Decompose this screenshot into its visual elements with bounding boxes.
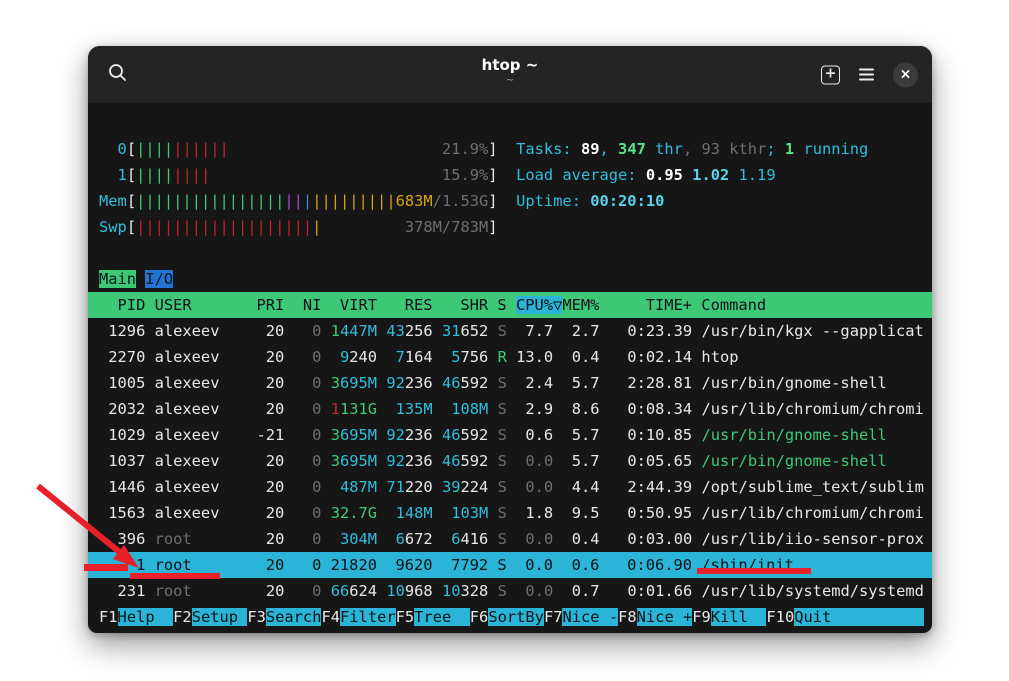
fkey-tree-key: F5 (396, 608, 415, 626)
fkey-quit-button[interactable]: Quit (794, 608, 924, 626)
process-row[interactable]: 396 root 20 0 304M 6672 6416 S 0.0 0.4 0… (88, 526, 932, 552)
page: { "colors": { "page_bg": "#ffffff", "hea… (0, 0, 1009, 681)
hamburger-menu-icon[interactable] (857, 65, 876, 85)
tab-io[interactable]: I/O (145, 270, 173, 288)
fkey-search-key: F3 (247, 608, 266, 626)
fkey-nice-plus-key: F8 (618, 608, 637, 626)
process-row[interactable]: 1005 alexeev 20 0 3695M 92236 46592 S 2.… (88, 370, 932, 396)
fkey-nice-minus-button[interactable]: Nice - (562, 608, 618, 626)
swp-meter: Swp[|||||||||||||||||||| 378M/783M] (88, 214, 932, 240)
close-icon[interactable]: × (893, 62, 918, 87)
mem-label: Mem (99, 192, 127, 210)
fkey-filter-button[interactable]: Filter (340, 608, 396, 626)
fkey-sortby-button[interactable]: SortBy (488, 608, 544, 626)
fkey-search-button[interactable]: Search (266, 608, 322, 626)
cpu1-meter: 1[|||||||| 15.9%] Load average: 0.95 1.0… (88, 162, 932, 188)
fkey-setup-key: F2 (173, 608, 192, 626)
terminal: 0[|||||||||| 21.9%] Tasks: 89, 347 thr, … (88, 103, 932, 633)
fkey-nice-minus-key: F7 (544, 608, 563, 626)
process-row[interactable]: 1029 alexeev -21 0 3695M 92236 46592 S 0… (88, 422, 932, 448)
process-row[interactable]: 2032 alexeev 20 0 1131G 135M 108M S 2.9 … (88, 396, 932, 422)
fkey-kill-button[interactable]: Kill (711, 608, 767, 626)
fkey-quit-key: F10 (766, 608, 794, 626)
window-title: htop ~ (482, 55, 539, 75)
process-rows: 1296 alexeev 20 0 1447M 43256 31652 S 7.… (88, 318, 932, 604)
column-headers[interactable]: PID USER PRI NI VIRT RES SHR S (99, 296, 516, 314)
new-tab-icon[interactable]: + (821, 65, 840, 84)
column-headers[interactable]: MEM% TIME+ Command (562, 296, 923, 314)
process-row[interactable]: 231 root 20 0 66624 10968 10328 S 0.0 0.… (88, 578, 932, 604)
swp-label: Swp (99, 218, 127, 236)
search-button[interactable] (104, 62, 130, 88)
fkey-sortby-key: F6 (470, 608, 489, 626)
fkey-kill-key: F9 (692, 608, 711, 626)
window-title-box: htop ~ ~ (482, 55, 539, 87)
window-buttons: + × (821, 62, 918, 87)
process-row[interactable]: 1446 alexeev 20 0 487M 71220 39224 S 0.0… (88, 474, 932, 500)
table-header-row[interactable]: PID USER PRI NI VIRT RES SHR S CPU%▽MEM%… (88, 292, 932, 318)
headerbar: htop ~ ~ + × (88, 46, 932, 103)
fkey-filter-key: F4 (321, 608, 340, 626)
cpu1-label: 1 (118, 166, 127, 184)
window-subtitle: ~ (482, 75, 539, 87)
process-row[interactable]: 1296 alexeev 20 0 1447M 43256 31652 S 7.… (88, 318, 932, 344)
cpu0-label: 0 (118, 140, 127, 158)
fkey-help-button[interactable]: Help (118, 608, 174, 626)
sort-column-cpu[interactable]: CPU%▽ (516, 296, 562, 314)
cpu0-meter: 0[|||||||||| 21.9%] Tasks: 89, 347 thr, … (88, 136, 932, 162)
fkey-help-key: F1 (99, 608, 118, 626)
mem-meter: Mem[||||||||||||||||||||||||||||683M/1.5… (88, 188, 932, 214)
fkey-setup-button[interactable]: Setup (192, 608, 248, 626)
process-row[interactable]: 2270 alexeev 20 0 9240 7164 5756 R 13.0 … (88, 344, 932, 370)
search-icon (107, 62, 128, 87)
process-row[interactable]: 1563 alexeev 20 0 32.7G 148M 103M S 1.8 … (88, 500, 932, 526)
blank-line (88, 240, 932, 266)
tab-bar: Main I/O (88, 266, 932, 292)
process-row[interactable]: 1037 alexeev 20 0 3695M 92236 46592 S 0.… (88, 448, 932, 474)
console-window: htop ~ ~ + × 0[|||||||||| 21.9%] Tasks: … (88, 46, 932, 633)
tab-main[interactable]: Main (99, 270, 136, 288)
fkey-tree-button[interactable]: Tree (414, 608, 470, 626)
process-row-selected[interactable]: 1 root 20 0 21820 9620 7792 S 0.0 0.6 0:… (88, 552, 932, 578)
fkey-nice-plus-button[interactable]: Nice + (637, 608, 693, 626)
function-key-bar: F1Help F2Setup F3SearchF4FilterF5Tree F6… (88, 604, 932, 630)
